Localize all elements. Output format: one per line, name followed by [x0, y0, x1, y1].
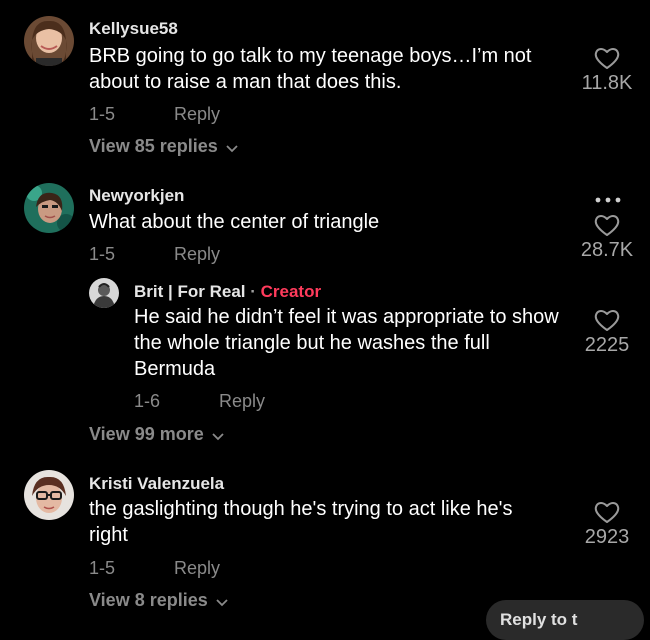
heart-icon [594, 48, 620, 69]
view-more-label: View 99 more [89, 424, 204, 444]
comment-item: Kellysue58 BRB going to go talk to my te… [0, 0, 650, 170]
creator-badge: Creator [260, 282, 322, 301]
view-replies-button[interactable]: View 85 replies [89, 136, 238, 158]
comment-username[interactable]: Kristi Valenzuela [89, 474, 224, 494]
like-button[interactable]: 2923 [572, 501, 642, 549]
reply-to-pill-label: Reply to t [500, 610, 578, 629]
comment-username[interactable]: Newyorkjen [89, 186, 184, 206]
more-options-icon[interactable] [594, 192, 622, 210]
avatar[interactable] [24, 16, 74, 66]
reply-date: 1-6 [134, 391, 161, 411]
like-count: 11.8K [581, 72, 633, 94]
reply-button[interactable]: Reply [174, 558, 220, 579]
view-replies-label: View 85 replies [89, 136, 218, 156]
comment-text: the gaslighting though he's trying to ac… [89, 498, 513, 546]
view-replies-button[interactable]: View 8 replies [89, 590, 228, 612]
separator-dot: · [245, 282, 261, 301]
chevron-down-icon [226, 137, 238, 158]
comment-text: BRB going to go talk to my teenage boys…… [89, 45, 532, 93]
reply-button[interactable]: Reply [174, 104, 220, 125]
like-count: 2225 [584, 334, 630, 356]
reply-button[interactable]: Reply [219, 391, 265, 412]
reply-text: He said he didn’t feel it was appropriat… [134, 306, 559, 380]
comment-date: 1-5 [89, 244, 116, 264]
chevron-down-icon [212, 425, 224, 446]
view-replies-label: View 8 replies [89, 590, 208, 610]
comment-text: What about the center of triangle [89, 211, 380, 233]
comment-date: 1-5 [89, 558, 116, 578]
comment-username[interactable]: Kellysue58 [89, 19, 178, 39]
comment-date: 1-5 [89, 104, 116, 124]
heart-icon [594, 502, 620, 523]
reply-username[interactable]: Brit | For Real [134, 282, 246, 301]
like-count: 2923 [584, 526, 630, 548]
reply-button[interactable]: Reply [174, 244, 220, 265]
heart-icon [594, 310, 620, 331]
reply-to-pill-button[interactable]: Reply to t [486, 600, 644, 640]
like-count: 28.7K [580, 239, 634, 261]
like-button[interactable]: 11.8K [572, 47, 642, 95]
avatar[interactable] [24, 470, 74, 520]
like-button[interactable]: 28.7K [572, 214, 642, 262]
reply-username-line: Brit | For Real · Creator [134, 282, 321, 302]
heart-icon [594, 215, 620, 236]
view-more-button[interactable]: View 99 more [89, 424, 224, 446]
chevron-down-icon [216, 591, 228, 612]
like-button[interactable]: 2225 [572, 309, 642, 357]
avatar[interactable] [24, 183, 74, 233]
avatar[interactable] [89, 278, 119, 308]
